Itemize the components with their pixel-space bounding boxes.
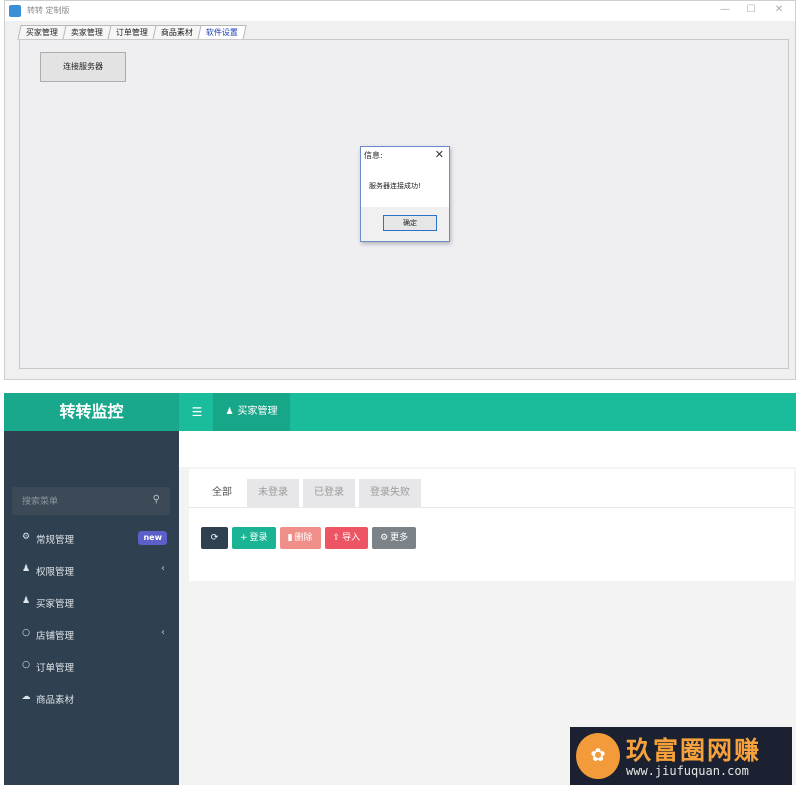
tab-label: 商品素材 bbox=[160, 28, 193, 37]
chevron-left-icon: ‹ bbox=[161, 627, 165, 638]
user-icon: ♟ bbox=[21, 596, 31, 606]
ok-button[interactable]: 确定 bbox=[383, 215, 437, 231]
window-titlebar: 转转 定制版 — ☐ ✕ bbox=[5, 1, 795, 21]
sidebar-item-general[interactable]: ⚙ 常规管理 new bbox=[4, 523, 179, 555]
minimize-button[interactable]: — bbox=[717, 3, 733, 17]
users-icon: ♟ bbox=[21, 564, 31, 574]
desktop-window: 转转 定制版 — ☐ ✕ 买家管理 卖家管理 订单管理 商品素材 软件设置 连接… bbox=[4, 0, 796, 380]
import-button[interactable]: ⇪ 导入 bbox=[324, 527, 369, 549]
watermark-logo: ✿ bbox=[576, 733, 620, 779]
circle-icon: ○ bbox=[22, 628, 30, 638]
tab-not-logged-in[interactable]: 未登录 bbox=[247, 479, 299, 507]
close-window-button[interactable]: ✕ bbox=[771, 3, 787, 17]
chevron-left-icon: ‹ bbox=[161, 563, 165, 574]
delete-button[interactable]: ▮ 删除 bbox=[279, 527, 321, 549]
window-tabbar: 买家管理 卖家管理 订单管理 商品素材 软件设置 bbox=[17, 25, 247, 40]
new-badge: new bbox=[138, 531, 167, 545]
sidebar-item-orders[interactable]: ○ 订单管理 bbox=[4, 651, 179, 683]
sidebar-item-label: 常规管理 bbox=[36, 535, 75, 546]
tab-buyer[interactable]: 买家管理 bbox=[17, 25, 67, 40]
info-dialog: 信息: ✕ 服务器连接成功! 确定 bbox=[360, 146, 450, 242]
sidebar-item-products[interactable]: ☁ 商品素材 bbox=[4, 683, 179, 715]
sidebar-item-label: 买家管理 bbox=[36, 599, 75, 610]
watermark-url: www.jiufuquan.com bbox=[626, 764, 749, 778]
sidebar-item-label: 商品素材 bbox=[36, 695, 75, 706]
tab-settings[interactable]: 软件设置 bbox=[197, 25, 247, 40]
dialog-footer: 确定 bbox=[361, 207, 449, 241]
button-label: 导入 bbox=[342, 533, 361, 543]
login-button[interactable]: + 登录 bbox=[232, 527, 276, 549]
sidebar-item-label: 店铺管理 bbox=[36, 631, 75, 642]
sidebar-item-label: 订单管理 bbox=[36, 663, 75, 674]
trash-icon: ▮ bbox=[287, 533, 293, 543]
button-label: 登录 bbox=[249, 533, 268, 543]
upload-icon: ⇪ bbox=[332, 533, 341, 543]
sidebar-item-shops[interactable]: ○ 店铺管理 ‹ bbox=[4, 619, 179, 651]
tab-buyer-management[interactable]: ♟ 买家管理 bbox=[213, 393, 290, 431]
connect-server-button[interactable]: 连接服务器 bbox=[40, 52, 126, 82]
tab-seller[interactable]: 卖家管理 bbox=[62, 25, 112, 40]
tab-label: 卖家管理 bbox=[70, 28, 103, 37]
tab-all[interactable]: 全部 bbox=[201, 479, 243, 507]
search-placeholder: 搜索菜单 bbox=[22, 497, 59, 507]
tab-label: 订单管理 bbox=[115, 28, 148, 37]
user-icon: ♟ bbox=[225, 407, 234, 417]
sidebar: 搜索菜单 ⚲ ⚙ 常规管理 new ♟ 权限管理 ‹ ♟ 买家管理 ○ 店铺管理… bbox=[4, 431, 179, 785]
window-title: 转转 定制版 bbox=[27, 6, 70, 15]
more-button[interactable]: ⚙ 更多 bbox=[372, 527, 417, 549]
close-icon[interactable]: ✕ bbox=[435, 148, 444, 161]
top-navbar: 转转监控 ☰ ♟ 买家管理 bbox=[4, 393, 796, 431]
tab-label: 买家管理 bbox=[25, 28, 58, 37]
menu-toggle-icon[interactable]: ☰ bbox=[186, 401, 208, 423]
maximize-button[interactable]: ☐ bbox=[743, 3, 759, 17]
tab-products[interactable]: 商品素材 bbox=[152, 25, 202, 40]
button-label: 更多 bbox=[390, 533, 409, 543]
sidebar-item-buyers[interactable]: ♟ 买家管理 bbox=[4, 587, 179, 619]
search-icon[interactable]: ⚲ bbox=[153, 494, 160, 505]
tab-label: 买家管理 bbox=[237, 406, 278, 417]
tab-logged-in[interactable]: 已登录 bbox=[303, 479, 355, 507]
dialog-title: 信息: bbox=[364, 151, 383, 160]
watermark: ✿ 玖富圈网赚 www.jiufuquan.com bbox=[570, 727, 792, 785]
content-header-band bbox=[179, 431, 796, 467]
sidebar-item-permissions[interactable]: ♟ 权限管理 ‹ bbox=[4, 555, 179, 587]
tab-login-failed[interactable]: 登录失败 bbox=[359, 479, 421, 507]
plus-icon: + bbox=[240, 533, 248, 543]
status-tabs: 全部 未登录 已登录 登录失败 bbox=[201, 479, 425, 507]
tab-label: 软件设置 bbox=[205, 28, 238, 37]
sidebar-item-label: 权限管理 bbox=[36, 567, 75, 578]
toolbar: ⟳ + 登录 ▮ 删除 ⇪ 导入 ⚙ 更多 bbox=[201, 527, 420, 549]
gear-icon: ⚙ bbox=[380, 533, 389, 543]
settings-panel: 连接服务器 信息: ✕ 服务器连接成功! 确定 bbox=[19, 39, 789, 369]
watermark-name: 玖富圈网赚 bbox=[626, 736, 762, 765]
refresh-icon: ⟳ bbox=[210, 533, 219, 543]
tabs-divider bbox=[189, 507, 794, 508]
sidebar-nav: ⚙ 常规管理 new ♟ 权限管理 ‹ ♟ 买家管理 ○ 店铺管理 ‹ ○ 订单… bbox=[4, 523, 179, 715]
dialog-message: 服务器连接成功! bbox=[369, 182, 421, 190]
cloud-icon: ☁ bbox=[21, 692, 31, 702]
app-icon bbox=[9, 5, 21, 17]
button-label: 删除 bbox=[294, 533, 313, 543]
cogs-icon: ⚙ bbox=[21, 532, 31, 542]
tab-orders[interactable]: 订单管理 bbox=[107, 25, 157, 40]
brand-logo: 转转监控 bbox=[4, 393, 179, 431]
refresh-button[interactable]: ⟳ bbox=[201, 527, 228, 549]
buyer-list-card: 全部 未登录 已登录 登录失败 ⟳ + 登录 ▮ 删除 ⇪ 导入 ⚙ 更多 bbox=[189, 469, 794, 581]
circle-icon: ○ bbox=[22, 660, 30, 670]
search-input[interactable]: 搜索菜单 ⚲ bbox=[12, 487, 170, 515]
